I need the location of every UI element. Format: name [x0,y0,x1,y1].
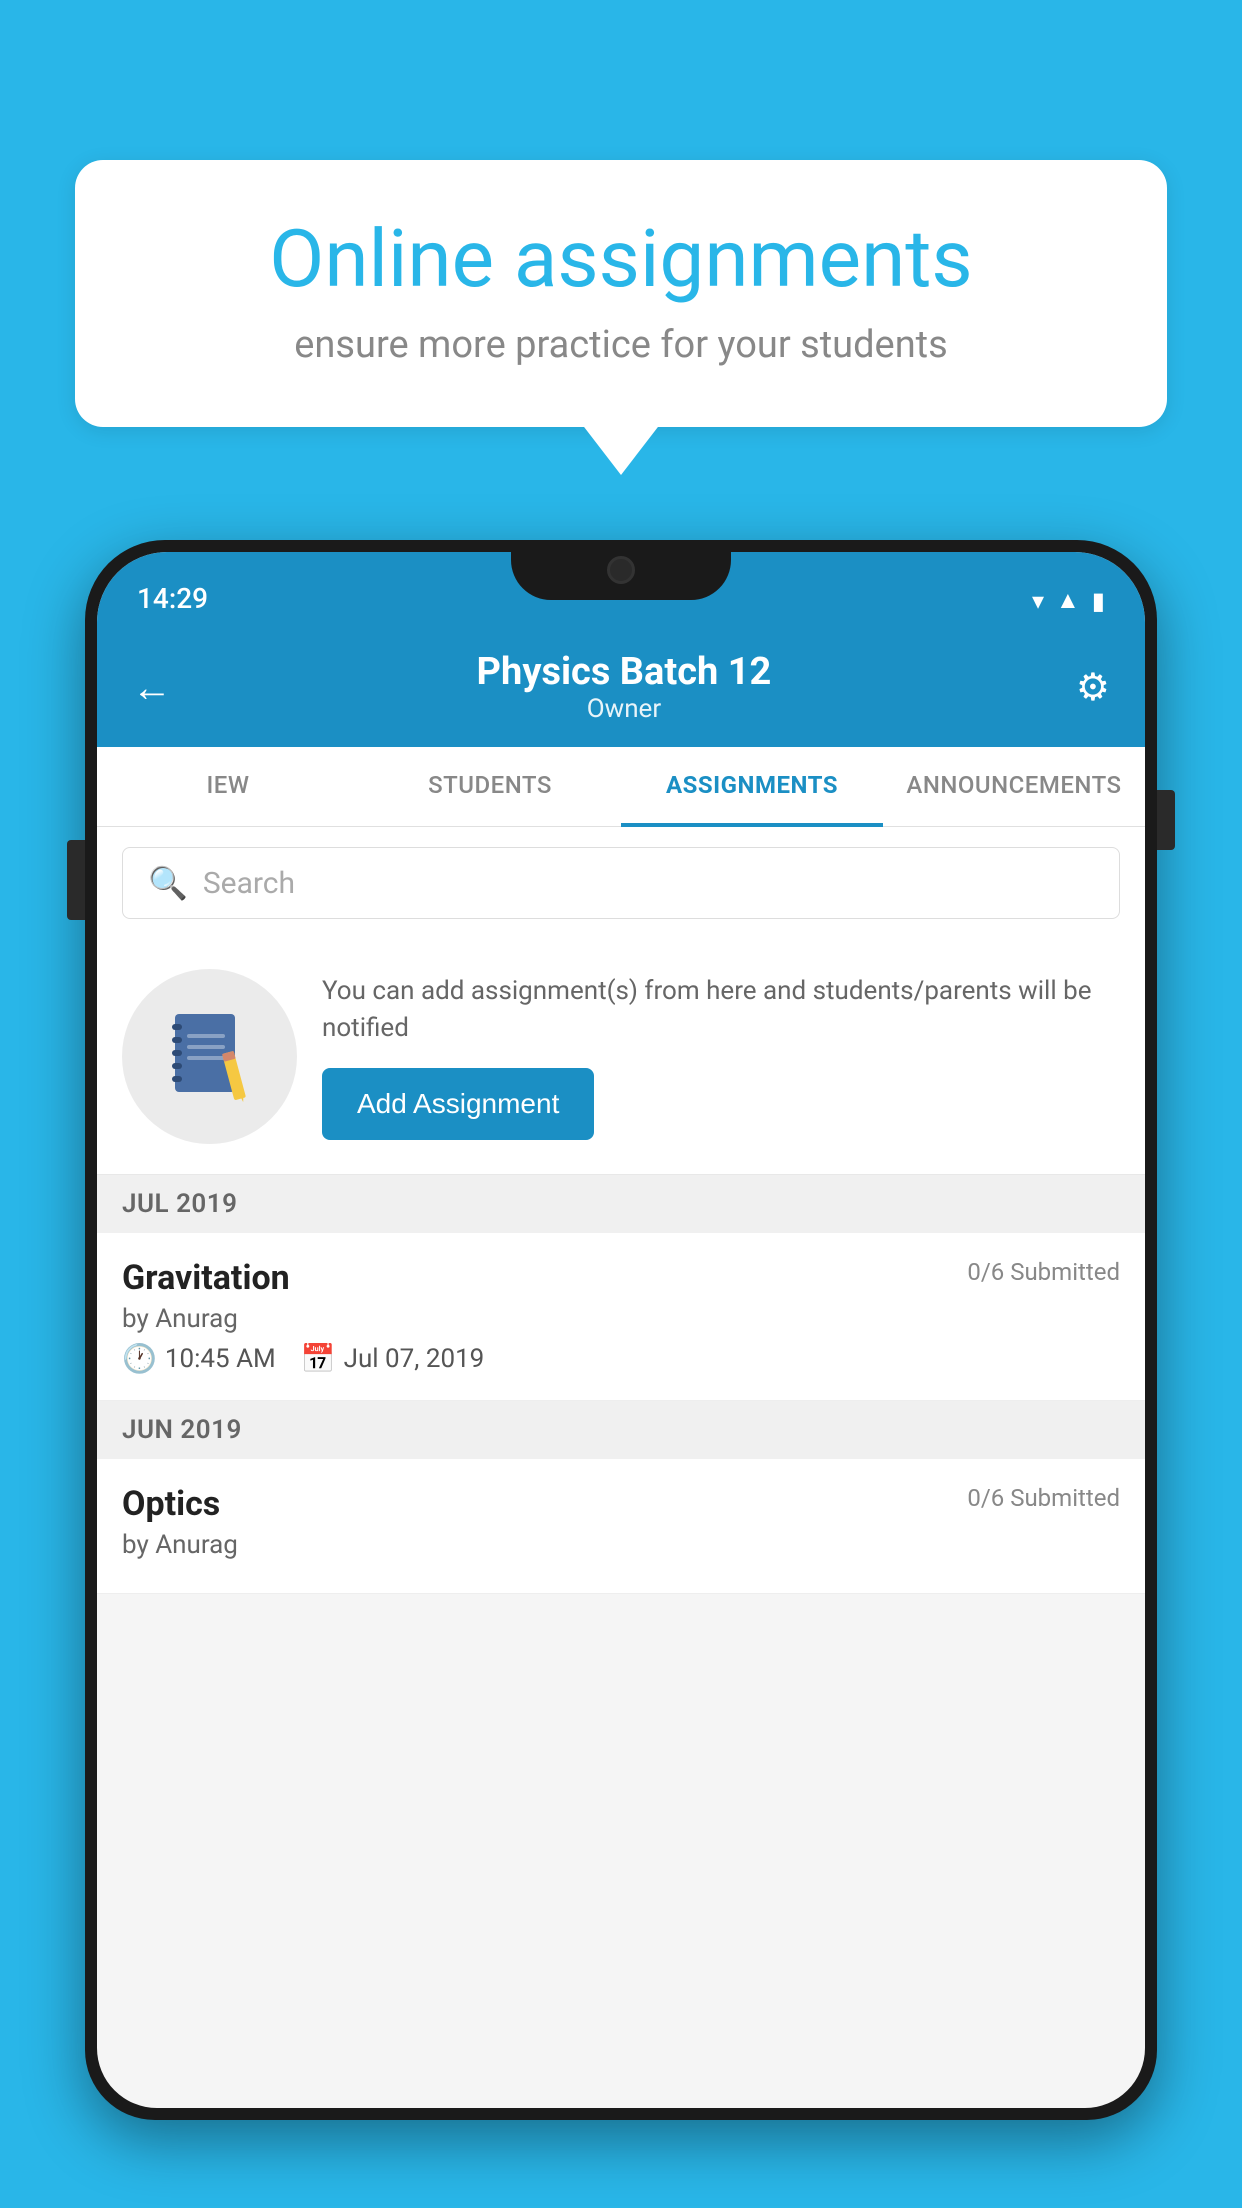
speech-bubble: Online assignments ensure more practice … [75,160,1167,427]
battery-icon: ▮ [1092,587,1105,615]
app-header: ← Physics Batch 12 Owner ⚙ [97,627,1145,747]
assignment-item-gravitation[interactable]: Gravitation 0/6 Submitted by Anurag 🕐 10… [97,1233,1145,1401]
assignment-by-gravitation: by Anurag [122,1304,1120,1334]
phone-screen: 14:29 ▾ ▲ ▮ ← Physics Batch 12 Owner ⚙ [97,552,1145,2108]
tab-iew[interactable]: IEW [97,747,359,827]
promo-block: You can add assignment(s) from here and … [97,939,1145,1175]
header-center: Physics Batch 12 Owner [477,650,772,724]
month-header-jun: JUN 2019 [97,1401,1145,1459]
promo-description: You can add assignment(s) from here and … [322,973,1120,1046]
assignment-submitted-gravitation: 0/6 Submitted [967,1258,1120,1286]
tab-assignments[interactable]: ASSIGNMENTS [621,747,883,827]
notch-camera [607,556,635,584]
assignment-time: 10:45 AM [165,1344,276,1374]
phone-outer: 14:29 ▾ ▲ ▮ ← Physics Batch 12 Owner ⚙ [85,540,1157,2120]
search-icon: 🔍 [148,864,188,902]
phone-wrapper: 14:29 ▾ ▲ ▮ ← Physics Batch 12 Owner ⚙ [85,540,1157,2208]
month-header-jul: JUL 2019 [97,1175,1145,1233]
header-subtitle: Owner [477,694,772,724]
wifi-icon: ▾ [1032,587,1044,615]
promo-text: You can add assignment(s) from here and … [322,973,1120,1140]
assignment-by-optics: by Anurag [122,1530,1120,1560]
clock-icon: 🕐 [122,1342,157,1375]
assignment-submitted-optics: 0/6 Submitted [967,1484,1120,1512]
signal-icon: ▲ [1056,586,1080,615]
calendar-icon: 📅 [301,1342,336,1375]
assignment-name-optics: Optics [122,1484,220,1524]
assignment-row1-optics: Optics 0/6 Submitted [122,1484,1120,1524]
assignment-item-optics[interactable]: Optics 0/6 Submitted by Anurag [97,1459,1145,1594]
search-bar[interactable]: 🔍 Search [122,847,1120,919]
back-button[interactable]: ← [132,664,172,711]
tab-students[interactable]: STUDENTS [359,747,621,827]
tab-announcements[interactable]: ANNOUNCEMENTS [883,747,1145,827]
add-assignment-button[interactable]: Add Assignment [322,1068,594,1140]
status-time: 14:29 [137,582,208,615]
speech-bubble-container: Online assignments ensure more practice … [75,160,1167,427]
assignment-row1: Gravitation 0/6 Submitted [122,1258,1120,1298]
tabs-bar: IEW STUDENTS ASSIGNMENTS ANNOUNCEMENTS [97,747,1145,827]
bubble-title: Online assignments [135,215,1107,303]
assignment-date: Jul 07, 2019 [344,1344,485,1374]
notebook-icon [167,1009,252,1104]
settings-icon[interactable]: ⚙ [1076,665,1110,710]
search-placeholder: Search [203,866,295,901]
search-container: 🔍 Search [97,827,1145,939]
status-icons: ▾ ▲ ▮ [1032,586,1105,615]
assignment-name-gravitation: Gravitation [122,1258,290,1298]
phone-notch [511,540,731,600]
bubble-subtitle: ensure more practice for your students [135,323,1107,367]
time-meta: 🕐 10:45 AM [122,1342,276,1375]
header-title: Physics Batch 12 [477,650,772,694]
promo-icon-wrap [122,969,297,1144]
assignment-meta-gravitation: 🕐 10:45 AM 📅 Jul 07, 2019 [122,1342,1120,1375]
date-meta: 📅 Jul 07, 2019 [301,1342,485,1375]
